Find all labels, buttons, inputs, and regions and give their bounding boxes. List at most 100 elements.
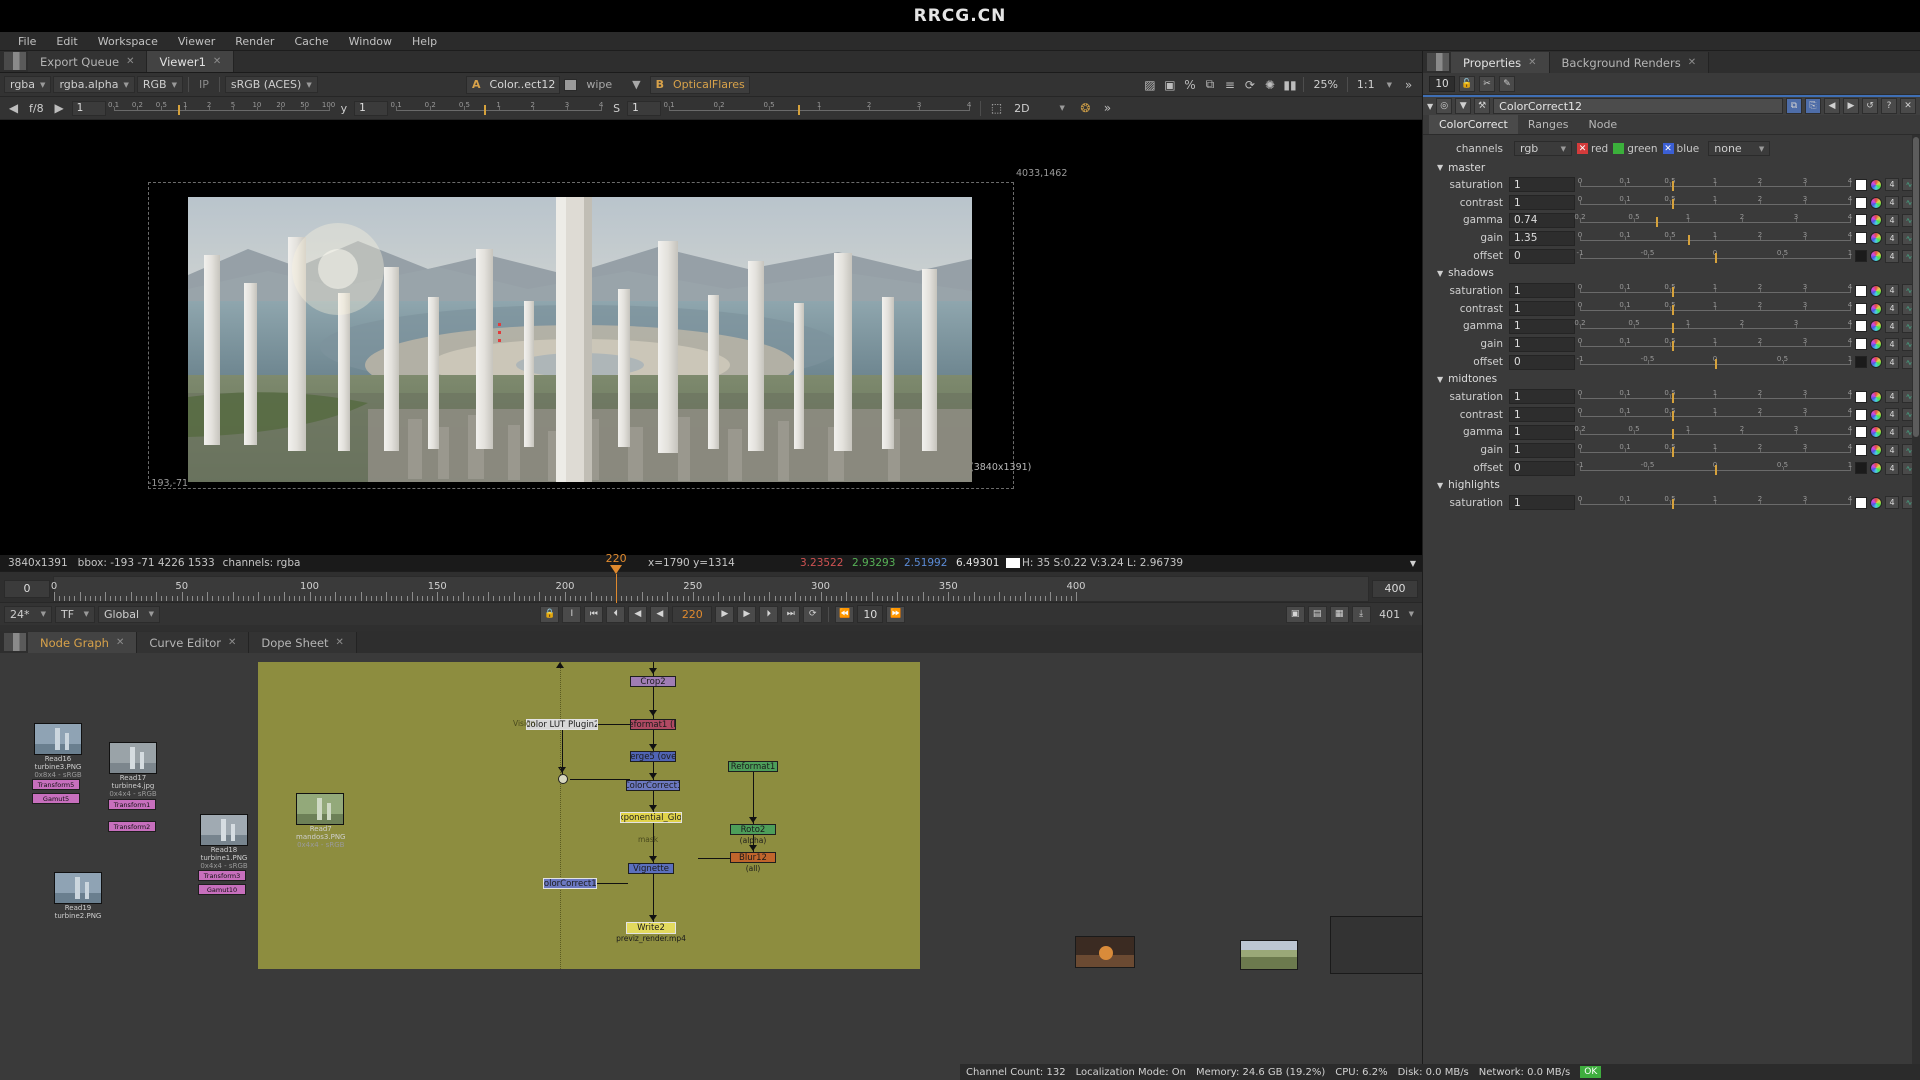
- knob-slider[interactable]: 0 0.1 0.5 1 2 3 4: [1578, 231, 1852, 246]
- close-icon[interactable]: ✕: [336, 637, 344, 648]
- knob-value-field[interactable]: 1.35: [1509, 230, 1575, 246]
- dag-node[interactable]: Vignette: [628, 863, 674, 874]
- slider-knob[interactable]: [798, 104, 801, 115]
- knob-value-field[interactable]: 1: [1509, 283, 1575, 299]
- lock-range-icon[interactable]: 🔒: [540, 605, 560, 623]
- grid-icon[interactable]: ≡: [1220, 76, 1239, 94]
- input-a-selector[interactable]: A Color..ect12: [466, 75, 561, 94]
- dag-node[interactable]: Color LUT Plugin2: [526, 719, 598, 730]
- fullframe-icon[interactable]: ▣: [1285, 605, 1305, 623]
- edit-icon[interactable]: ✎: [1499, 75, 1515, 92]
- cache-icon[interactable]: ⤓: [1351, 605, 1371, 623]
- wipe-dropdown[interactable]: wipe ▼: [581, 76, 645, 93]
- close-icon[interactable]: ✕: [126, 56, 134, 67]
- loop-button[interactable]: ⟳: [803, 605, 823, 623]
- copy-icon[interactable]: ⎘: [1805, 98, 1821, 114]
- knob-slider[interactable]: -1-0.500.51: [1577, 249, 1852, 264]
- dag-node[interactable]: Merge5 (over): [630, 751, 676, 762]
- knob-value-field[interactable]: 1: [1509, 195, 1575, 211]
- knob-value-field[interactable]: 0: [1509, 248, 1575, 264]
- dag-node[interactable]: Exponential_Glow: [620, 812, 682, 823]
- color-swatch-button[interactable]: [1855, 496, 1867, 509]
- slider-knob[interactable]: [1671, 199, 1674, 210]
- knob-slider[interactable]: 0 0.1 0.5 1 2 3 4: [1578, 301, 1852, 316]
- channel-count-button[interactable]: 4: [1885, 496, 1899, 510]
- view-mode-value[interactable]: 2D: [1009, 100, 1034, 117]
- slider-knob[interactable]: [1671, 499, 1674, 510]
- knob-slider[interactable]: 0 0.1 0.5 1 2 3 4: [1578, 443, 1852, 458]
- knob-value-field[interactable]: 1: [1509, 336, 1575, 352]
- play-icon[interactable]: ▶: [50, 99, 69, 117]
- play-forward-button[interactable]: ▶: [715, 605, 735, 623]
- channel-count-button[interactable]: 4: [1885, 319, 1899, 333]
- channel-count-button[interactable]: 4: [1885, 390, 1899, 404]
- color-swatch-button[interactable]: [1855, 320, 1867, 333]
- transform-node[interactable]: Gamut5: [32, 793, 80, 804]
- panel-grip-icon[interactable]: [4, 633, 26, 651]
- transform-node[interactable]: Gamut10: [198, 884, 246, 895]
- slider-knob[interactable]: [1671, 446, 1674, 457]
- slider-knob[interactable]: [1671, 428, 1674, 439]
- knob-tab-colorcorrect[interactable]: ColorCorrect: [1429, 115, 1518, 134]
- layer-dropdown[interactable]: rgba.alpha ▼: [53, 76, 135, 93]
- saturation-field[interactable]: 1: [627, 100, 662, 116]
- dag-node[interactable]: ColorCorrect1: [626, 780, 680, 791]
- red-toggle[interactable]: ✕ red: [1577, 143, 1608, 155]
- color-swatch-button[interactable]: [1855, 214, 1867, 227]
- knob-value-field[interactable]: 1: [1509, 301, 1575, 317]
- channel-count-button[interactable]: 4: [1885, 425, 1899, 439]
- channel-count-button[interactable]: 4: [1885, 408, 1899, 422]
- roi-select-icon[interactable]: ⬚: [987, 99, 1006, 117]
- gain-field[interactable]: 1: [71, 100, 106, 116]
- tab-properties[interactable]: Properties ✕: [1451, 52, 1550, 73]
- channel-count-button[interactable]: 4: [1885, 178, 1899, 192]
- dag-node[interactable]: Reformat1: [728, 761, 778, 772]
- slider-knob[interactable]: [1688, 234, 1690, 245]
- knob-group-highlights[interactable]: ▼ highlights: [1423, 477, 1920, 494]
- knob-slider[interactable]: 0 0.1 0.5 1 2 3 4: [1578, 407, 1852, 422]
- chevron-down-icon[interactable]: ▼: [1437, 163, 1443, 172]
- knob-value-field[interactable]: 0.74: [1509, 212, 1575, 228]
- prev-icon[interactable]: ◀: [1824, 98, 1840, 114]
- color-swatch-button[interactable]: [1855, 178, 1867, 191]
- channel-count-button[interactable]: 4: [1885, 443, 1899, 457]
- channels-dropdown[interactable]: rgb ▼: [1514, 141, 1572, 156]
- close-icon[interactable]: ✕: [116, 637, 124, 648]
- chevron-down-icon[interactable]: ▼: [1437, 269, 1443, 278]
- knob-slider[interactable]: -1-0.500.51: [1577, 461, 1852, 476]
- tab-dope-sheet[interactable]: Dope Sheet ✕: [249, 632, 357, 653]
- menu-item-render[interactable]: Render: [225, 32, 284, 51]
- properties-scrollbar[interactable]: [1912, 135, 1920, 1080]
- close-icon[interactable]: ✕: [228, 637, 236, 648]
- color-wheel-button[interactable]: [1870, 390, 1882, 403]
- display-channel-dropdown[interactable]: RGB ▼: [136, 76, 183, 93]
- menu-item-edit[interactable]: Edit: [46, 32, 87, 51]
- slider-knob[interactable]: [1671, 287, 1674, 298]
- read-node[interactable]: Read17 turbine4.jpg 0x4x4 - sRGB: [109, 742, 157, 798]
- pause-icon[interactable]: ▮▮: [1280, 76, 1299, 94]
- dag-node[interactable]: Crop2: [630, 676, 676, 687]
- slider-knob[interactable]: [1671, 181, 1674, 192]
- knob-tab-node[interactable]: Node: [1578, 115, 1628, 134]
- playhead-handle[interactable]: [610, 564, 623, 574]
- knob-slider[interactable]: 0.2 0.5 1 2 3 4: [1574, 319, 1852, 334]
- prev-icon[interactable]: ◀: [4, 99, 23, 117]
- knob-group-midtones[interactable]: ▼ midtones: [1423, 371, 1920, 388]
- read-node[interactable]: Read7 mandos3.PNG 0x4x4 - sRGB: [296, 793, 345, 849]
- zoom-ratio[interactable]: 1:1: [1352, 76, 1380, 93]
- dot-node[interactable]: [558, 774, 568, 784]
- close-icon[interactable]: ✕: [1528, 57, 1536, 68]
- color-wheel-button[interactable]: [1870, 356, 1882, 369]
- color-swatch-button[interactable]: [1855, 232, 1867, 245]
- dag-node[interactable]: Write2: [626, 922, 676, 934]
- channel-count-button[interactable]: 4: [1885, 302, 1899, 316]
- color-wheel-button[interactable]: [1870, 302, 1882, 315]
- mask-dropdown[interactable]: none ▼: [1708, 141, 1771, 156]
- slider-knob[interactable]: [484, 104, 487, 115]
- read-node[interactable]: Read19 turbine2.PNG: [54, 872, 102, 920]
- color-wheel-button[interactable]: [1870, 496, 1882, 509]
- chevron-down-icon[interactable]: ▼: [1060, 104, 1065, 112]
- clone-icon[interactable]: ⧉: [1200, 76, 1219, 94]
- node-minimap[interactable]: [1330, 916, 1422, 974]
- prev-playback-button[interactable]: ◀: [628, 605, 648, 623]
